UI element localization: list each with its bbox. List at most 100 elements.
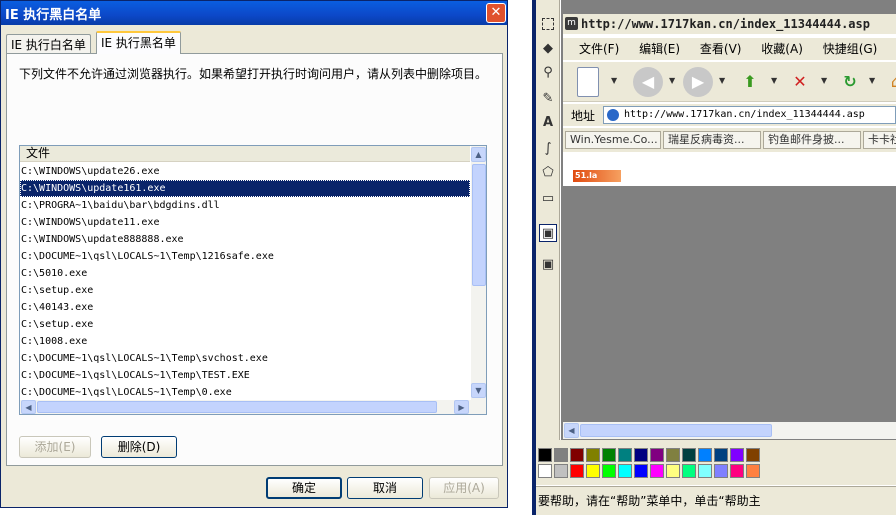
color-swatch[interactable] [634, 464, 648, 478]
file-list-row[interactable]: C:\DOCUME~1\qsl\LOCALS~1\Temp\svchost.ex… [20, 350, 470, 367]
cancel-button[interactable]: 取消 [347, 477, 423, 499]
horizontal-scrollbar[interactable]: ◀ ▶ [20, 400, 486, 414]
link-item[interactable]: 卡卡社 [863, 131, 896, 149]
new-page-icon[interactable] [577, 67, 599, 97]
transparent-select-icon[interactable]: ▣ [539, 224, 557, 242]
color-swatch[interactable] [618, 448, 632, 462]
up-folder-icon[interactable]: ⬆ [735, 67, 765, 97]
file-list-row[interactable]: C:\1008.exe [20, 333, 470, 350]
vertical-scrollbar[interactable]: ▲ ▼ [471, 146, 486, 400]
color-swatch[interactable] [746, 464, 760, 478]
color-swatch[interactable] [650, 448, 664, 462]
opaque-select-icon[interactable]: ▣ [539, 256, 557, 274]
color-swatch[interactable] [730, 464, 744, 478]
file-list-row[interactable]: C:\WINDOWS\update26.exe [20, 163, 470, 180]
dropdown-arrow-icon[interactable]: ▼ [669, 76, 675, 85]
file-list-row[interactable]: C:\PROGRA~1\baidu\bar\bdgdins.dll [20, 197, 470, 214]
ok-button[interactable]: 确定 [266, 477, 342, 499]
color-swatch[interactable] [698, 464, 712, 478]
address-input[interactable]: http://www.1717kan.cn/index_11344444.asp [603, 106, 896, 124]
color-swatch[interactable] [650, 464, 664, 478]
back-icon[interactable]: ◀ [633, 67, 663, 97]
file-list-row[interactable]: C:\5010.exe [20, 265, 470, 282]
delete-button[interactable]: 删除(D) [101, 436, 177, 458]
color-swatch[interactable] [634, 448, 648, 462]
select-tool-icon[interactable] [542, 18, 554, 30]
curve-tool-icon[interactable]: ∫ [539, 140, 557, 158]
canvas-horizontal-scrollbar[interactable]: ◀ [563, 422, 896, 439]
color-swatch[interactable] [746, 448, 760, 462]
color-swatch[interactable] [586, 448, 600, 462]
color-swatch[interactable] [666, 464, 680, 478]
close-button[interactable]: ✕ [486, 3, 506, 23]
stop-icon[interactable]: ✕ [785, 67, 815, 97]
link-item[interactable]: 钓鱼邮件身披... [763, 131, 861, 149]
polygon-tool-icon[interactable]: ⬠ [539, 164, 557, 182]
dropdown-arrow-icon[interactable]: ▼ [869, 76, 875, 85]
home-icon[interactable]: ⌂ [881, 67, 896, 97]
color-swatch[interactable] [570, 448, 584, 462]
color-swatch[interactable] [586, 464, 600, 478]
magnifier-tool-icon[interactable]: ⚲ [539, 64, 557, 82]
menu-quickgroup[interactable]: 快捷组(G) [823, 38, 878, 60]
scroll-down-button[interactable]: ▼ [471, 383, 486, 398]
dropdown-arrow-icon[interactable]: ▼ [821, 76, 827, 85]
color-swatch[interactable] [714, 448, 728, 462]
color-swatch[interactable] [682, 448, 696, 462]
refresh-icon[interactable]: ↻ [835, 67, 865, 97]
scroll-right-button[interactable]: ▶ [454, 400, 469, 414]
canvas-scroll-thumb[interactable] [580, 424, 772, 437]
rounded-rect-tool-icon[interactable]: ▭ [539, 190, 557, 208]
file-list-row[interactable]: C:\WINDOWS\update888888.exe [20, 231, 470, 248]
pencil-tool-icon[interactable]: ✎ [539, 90, 557, 108]
file-list[interactable]: 文件 C:\WINDOWS\update26.exe C:\WINDOWS\upd… [19, 145, 487, 415]
color-swatch[interactable] [554, 448, 568, 462]
file-list-row[interactable]: C:\40143.exe [20, 299, 470, 316]
color-swatch[interactable] [570, 464, 584, 478]
color-swatch[interactable] [554, 464, 568, 478]
menu-view[interactable]: 查看(V) [700, 38, 742, 60]
color-swatch[interactable] [698, 448, 712, 462]
column-header-file[interactable]: 文件 [20, 146, 470, 162]
fill-tool-icon[interactable]: ◆ [539, 40, 557, 58]
file-list-row[interactable]: C:\DOCUME~1\qsl\LOCALS~1\Temp\0.exe [20, 384, 470, 401]
file-list-row[interactable]: C:\WINDOWS\update11.exe [20, 214, 470, 231]
link-item[interactable]: 瑞星反病毒资... [663, 131, 761, 149]
color-swatch[interactable] [730, 448, 744, 462]
add-button[interactable]: 添加(E) [19, 436, 91, 458]
color-swatch[interactable] [602, 448, 616, 462]
color-swatch[interactable] [602, 464, 616, 478]
scroll-left-button[interactable]: ◀ [21, 400, 36, 414]
tab-whitelist[interactable]: IE 执行白名单 [6, 34, 91, 54]
dialog-title-bar[interactable]: IE 执行黑白名单 ✕ [1, 1, 507, 25]
link-item[interactable]: Win.Yesme.Co... [565, 131, 661, 149]
text-tool-icon[interactable]: A [539, 114, 557, 132]
menu-favorites[interactable]: 收藏(A) [761, 38, 803, 60]
scroll-thumb[interactable] [472, 164, 486, 286]
scroll-up-button[interactable]: ▲ [471, 147, 486, 162]
menu-edit[interactable]: 编辑(E) [639, 38, 680, 60]
status-bar: 要帮助，请在“帮助”菜单中，单击“帮助主 [536, 486, 896, 515]
dropdown-arrow-icon[interactable]: ▼ [611, 76, 617, 85]
color-swatch[interactable] [618, 464, 632, 478]
file-list-row[interactable]: C:\setup.exe [20, 316, 470, 333]
color-swatch[interactable] [666, 448, 680, 462]
horizontal-scroll-thumb[interactable] [37, 401, 437, 413]
color-swatch[interactable] [538, 464, 552, 478]
scroll-left-button[interactable]: ◀ [564, 423, 579, 438]
file-list-row[interactable]: C:\DOCUME~1\qsl\LOCALS~1\Temp\TEST.EXE [20, 367, 470, 384]
dropdown-arrow-icon[interactable]: ▼ [771, 76, 777, 85]
menu-file[interactable]: 文件(F) [579, 38, 619, 60]
dropdown-arrow-icon[interactable]: ▼ [719, 76, 725, 85]
forward-icon[interactable]: ▶ [683, 67, 713, 97]
file-list-row[interactable]: C:\setup.exe [20, 282, 470, 299]
color-swatch[interactable] [714, 464, 728, 478]
tab-blacklist[interactable]: IE 执行黑名单 [96, 31, 181, 54]
apply-button[interactable]: 应用(A) [429, 477, 499, 499]
color-swatch[interactable] [538, 448, 552, 462]
links-bar: Win.Yesme.Co... 瑞星反病毒资... 钓鱼邮件身披... 卡卡社 [563, 128, 896, 152]
file-list-row[interactable]: C:\DOCUME~1\qsl\LOCALS~1\Temp\1216safe.e… [20, 248, 470, 265]
color-swatch[interactable] [682, 464, 696, 478]
file-list-row[interactable]: C:\WINDOWS\update161.exe [20, 180, 470, 197]
stats-logo[interactable]: 51.la [573, 170, 621, 182]
